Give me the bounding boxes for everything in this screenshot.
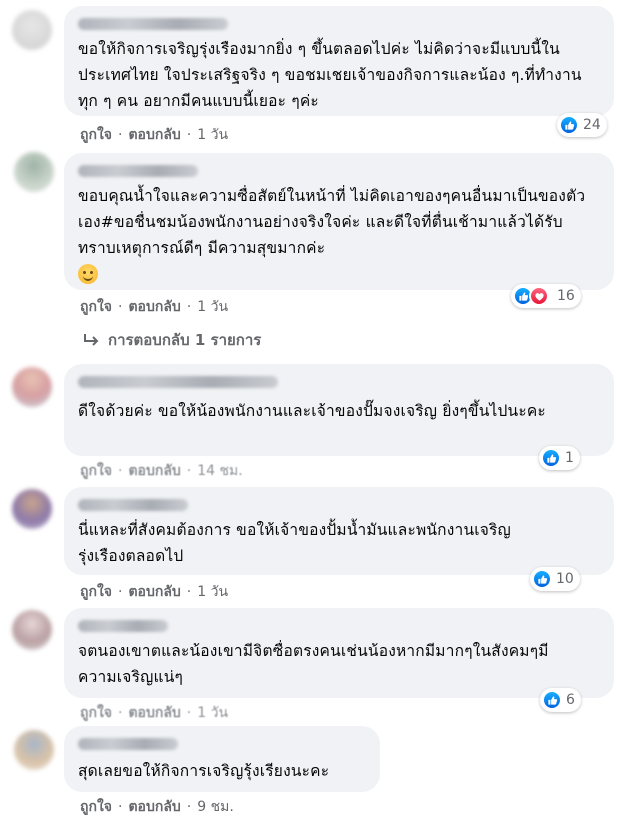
like-reaction-icon (532, 569, 552, 589)
comment-bubble: ขอให้กิจการเจริญรุ่งเรืองมากยิ่ง ๆ ขึ้นต… (64, 6, 614, 116)
reaction-count: 1 (565, 450, 574, 466)
like-link[interactable]: ถูกใจ (80, 124, 112, 146)
like-link[interactable]: ถูกใจ (80, 702, 112, 724)
avatar[interactable] (14, 730, 54, 770)
comment-actions: ถูกใจ · ตอบกลับ · 1 วัน (80, 296, 228, 318)
like-link[interactable]: ถูกใจ (80, 581, 112, 603)
separator: · (118, 463, 123, 479)
love-reaction-icon (529, 286, 549, 306)
timestamp[interactable]: 14 ชม. (197, 460, 242, 482)
author-name[interactable] (78, 376, 278, 388)
reply-link[interactable]: ตอบกลับ (128, 702, 180, 724)
separator: · (186, 584, 192, 600)
comment-text: นี่แหละที่สังคมต้องการ ขอให้เจ้าของปั้มน… (78, 521, 511, 565)
comment-bubble: จตนองเขาตและน้องเขามีจิตซื่อตรงคนเช่นน้อ… (64, 608, 614, 698)
comment-text: สุดเลยขอให้กิจการเจริญรุ้งเรียงนะคะ (78, 762, 330, 780)
comment-text: ขอบคุณน้ำใจและความซื่อสัตย์ในหน้าที่ ไม่… (78, 187, 586, 257)
separator: · (118, 799, 123, 815)
separator: · (118, 584, 123, 600)
reaction-count: 10 (556, 571, 574, 587)
comment-bubble: นี่แหละที่สังคมต้องการ ขอให้เจ้าของปั้มน… (64, 487, 614, 575)
separator: · (186, 463, 192, 479)
reply-link[interactable]: ตอบกลับ (128, 581, 180, 603)
author-name[interactable] (78, 165, 198, 177)
avatar[interactable] (12, 367, 52, 407)
timestamp[interactable]: 1 วัน (197, 581, 228, 603)
reaction-count: 16 (557, 288, 575, 304)
smiling-face-emoji-icon (78, 264, 98, 284)
timestamp[interactable]: 1 วัน (197, 296, 228, 318)
reaction-summary[interactable]: 24 (557, 113, 607, 137)
separator: · (118, 127, 123, 143)
separator: · (186, 127, 192, 143)
comment-actions: ถูกใจ · ตอบกลับ · 1 วัน (80, 581, 228, 603)
separator: · (186, 705, 192, 721)
separator: · (186, 799, 192, 815)
like-reaction-icon (542, 690, 562, 710)
view-replies-link[interactable]: การตอบกลับ 1 รายการ (82, 328, 261, 352)
timestamp[interactable]: 9 ชม. (197, 796, 234, 817)
separator: · (118, 705, 123, 721)
like-link[interactable]: ถูกใจ (80, 796, 112, 817)
reply-link[interactable]: ตอบกลับ (128, 460, 180, 482)
reply-link[interactable]: ตอบกลับ (128, 796, 180, 817)
separator: · (186, 299, 192, 315)
comment-text: ดีใจด้วยค่ะ ขอให้น้องพนักงานและเจ้าของปั… (78, 402, 546, 420)
comment-bubble: สุดเลยขอให้กิจการเจริญรุ้งเรียงนะคะ (64, 726, 380, 792)
comment-text: ขอให้กิจการเจริญรุ่งเรืองมากยิ่ง ๆ ขึ้นต… (78, 40, 582, 110)
reply-arrow-icon (84, 334, 99, 346)
timestamp[interactable]: 1 วัน (197, 124, 228, 146)
comment-text: จตนองเขาตและน้องเขามีจิตซื่อตรงคนเช่นน้อ… (78, 642, 549, 686)
comment-actions: ถูกใจ · ตอบกลับ · 14 ชม. (80, 460, 243, 482)
avatar[interactable] (14, 152, 54, 192)
comment-bubble: ดีใจด้วยค่ะ ขอให้น้องพนักงานและเจ้าของปั… (64, 364, 614, 456)
author-name[interactable] (78, 620, 168, 632)
timestamp[interactable]: 1 วัน (197, 702, 228, 724)
like-reaction-icon (559, 115, 579, 135)
comment-bubble: ขอบคุณน้ำใจและความซื่อสัตย์ในหน้าที่ ไม่… (64, 153, 614, 290)
author-name[interactable] (78, 738, 178, 750)
reply-link[interactable]: ตอบกลับ (128, 296, 180, 318)
like-link[interactable]: ถูกใจ (80, 460, 112, 482)
separator: · (118, 299, 123, 315)
like-reaction-icon (541, 448, 561, 468)
reaction-summary[interactable]: 16 (511, 284, 581, 308)
avatar[interactable] (12, 610, 52, 650)
comment-actions: ถูกใจ · ตอบกลับ · 9 ชม. (80, 796, 234, 817)
author-name[interactable] (78, 499, 188, 511)
avatar[interactable] (12, 489, 52, 529)
comment-actions: ถูกใจ · ตอบกลับ · 1 วัน (80, 702, 228, 724)
author-name[interactable] (78, 18, 228, 30)
reaction-count: 6 (566, 692, 575, 708)
view-replies-label: การตอบกลับ 1 รายการ (108, 331, 262, 349)
reaction-summary[interactable]: 1 (539, 446, 580, 470)
reaction-summary[interactable]: 6 (540, 688, 581, 712)
reaction-summary[interactable]: 10 (530, 567, 580, 591)
comment-actions: ถูกใจ · ตอบกลับ · 1 วัน (80, 124, 228, 146)
avatar[interactable] (12, 10, 52, 50)
reaction-count: 24 (583, 117, 601, 133)
like-link[interactable]: ถูกใจ (80, 296, 112, 318)
reply-link[interactable]: ตอบกลับ (128, 124, 180, 146)
